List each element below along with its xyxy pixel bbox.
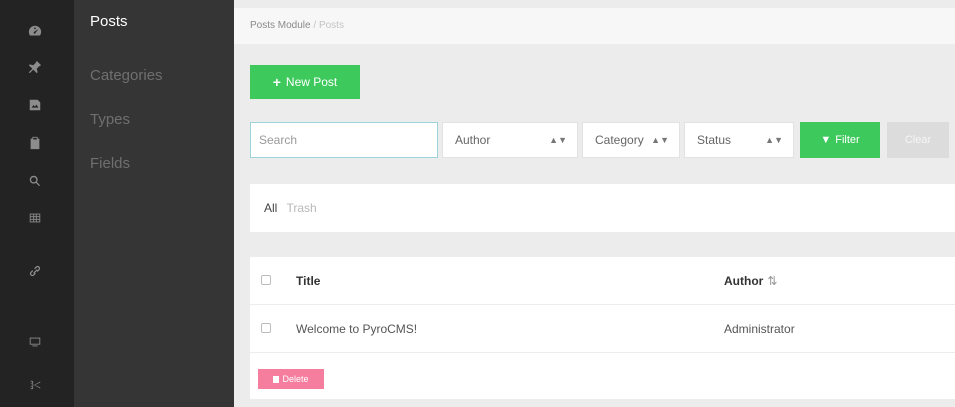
clear-button[interactable]: Clear [887,122,949,158]
row-checkbox[interactable] [261,323,271,333]
link-icon[interactable] [26,262,44,280]
plus-icon: + [272,74,281,90]
breadcrumb-separator: / [313,20,317,31]
subnav-item-types[interactable]: Types [90,102,130,138]
table-header-row: Title Author ⇅ [250,257,955,305]
subnav-item-posts[interactable]: Posts [90,4,128,40]
pin-icon[interactable] [26,58,44,76]
subnav-item-categories[interactable]: Categories [90,58,163,94]
column-author[interactable]: Author ⇅ [724,257,777,305]
select-arrows-icon: ▲▼ [765,135,783,145]
category-select[interactable]: Category ▲▼ [582,122,680,158]
scissors-icon[interactable] [26,376,44,394]
row-author: Administrator [724,322,795,336]
select-arrows-icon: ▲▼ [651,135,669,145]
filter-button[interactable]: ▼ Filter [800,122,880,158]
table-row[interactable]: Welcome to PyroCMS! Administrator [250,305,955,353]
row-title[interactable]: Welcome to PyroCMS! [296,305,417,353]
filter-button-label: Filter [835,134,860,146]
category-select-label: Category [595,133,644,147]
status-select[interactable]: Status ▲▼ [684,122,794,158]
select-all-checkbox[interactable] [261,275,271,285]
view-tabs: All Trash [250,184,955,232]
author-select[interactable]: Author ▲▼ [442,122,578,158]
delete-button[interactable]: Delete [258,369,324,389]
main-content: Posts Module / Posts + New Post Author ▲… [234,0,955,407]
select-arrows-icon: ▲▼ [549,135,567,145]
sort-icon[interactable]: ⇅ [767,274,777,288]
author-select-label: Author [455,133,491,147]
status-select-label: Status [697,133,732,147]
search-icon[interactable] [26,172,44,190]
delete-button-label: Delete [282,374,309,384]
icon-rail [0,0,74,407]
view-trash-link[interactable]: Trash [286,201,316,215]
subnav-item-fields[interactable]: Fields [90,146,130,182]
monitor-icon[interactable] [26,333,44,351]
new-post-button[interactable]: + New Post [250,65,360,99]
new-post-label: New Post [285,75,338,89]
view-all-link[interactable]: All [264,201,277,215]
search-input[interactable] [250,122,438,158]
trash-icon [273,375,280,383]
column-author-label: Author [724,274,764,288]
breadcrumb-module[interactable]: Posts Module [250,20,311,31]
breadcrumb: Posts Module / Posts [234,8,955,44]
section-nav: Posts Categories Types Fields [74,0,234,407]
dashboard-icon[interactable] [26,22,44,40]
grid-icon[interactable] [26,209,44,227]
column-title[interactable]: Title [296,257,320,305]
breadcrumb-current: Posts [318,20,344,31]
funnel-icon: ▼ [820,134,832,146]
image-icon[interactable] [26,96,44,114]
posts-table: Title Author ⇅ Welcome to PyroCMS! Admini… [250,257,955,399]
clipboard-icon[interactable] [26,134,44,152]
